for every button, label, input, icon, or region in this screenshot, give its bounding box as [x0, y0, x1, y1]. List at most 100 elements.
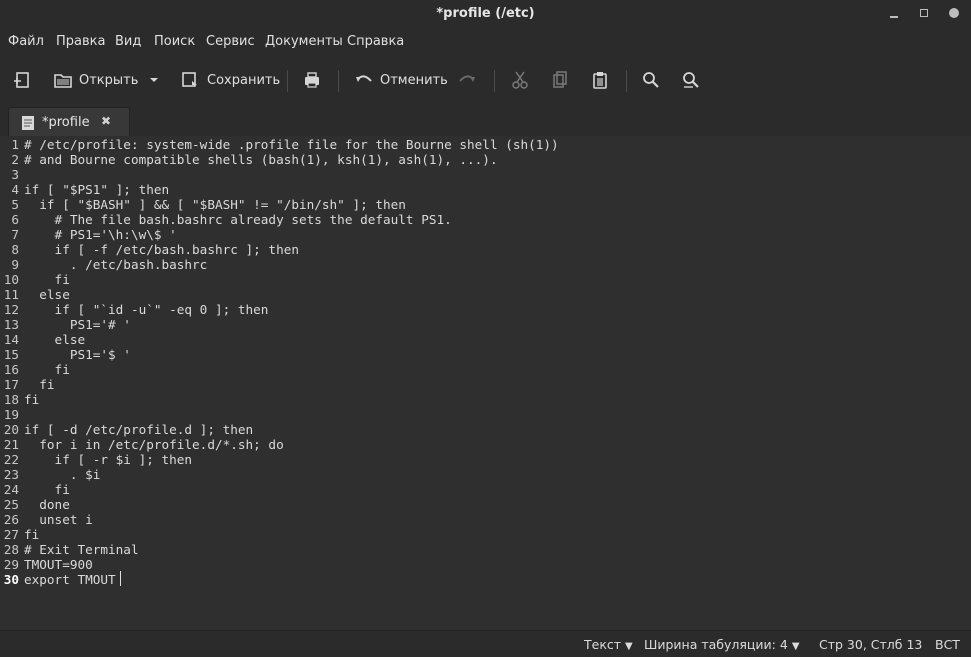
code-line[interactable]: # PS1='\h:\w\$ ' — [24, 227, 177, 242]
print-button[interactable] — [302, 68, 322, 92]
menu-documents[interactable]: Документы — [265, 34, 343, 49]
code-line[interactable]: if [ "$BASH" ] && [ "$BASH" != "/bin/sh"… — [24, 197, 406, 212]
code-line[interactable]: unset i — [24, 512, 92, 527]
open-button[interactable]: Открыть — [53, 68, 138, 92]
line-number: 24 — [3, 482, 19, 497]
code-line[interactable]: if [ -r $i ]; then — [24, 452, 193, 467]
line-number: 1 — [11, 137, 19, 152]
code-line[interactable]: TMOUT=900 — [24, 557, 93, 572]
line-number: 20 — [3, 422, 19, 437]
toolbar-separator — [626, 70, 627, 92]
line-number: 4 — [11, 182, 19, 197]
line-number: 17 — [3, 377, 19, 392]
line-number: 10 — [3, 272, 19, 287]
text-editor[interactable]: 1 2 3 4 5 6 7 8 9 10 11 12 13 14 15 16 17 18 19 20 21 22 23 24 2… — [0, 136, 971, 630]
redo-button[interactable] — [457, 68, 477, 92]
insert-mode: ВСТ — [935, 637, 960, 652]
cursor-position: Стр 30, Стлб 13 — [819, 637, 923, 652]
menu-file[interactable]: Файл — [8, 34, 44, 49]
search-button[interactable] — [641, 68, 661, 92]
line-number: 28 — [3, 542, 19, 557]
line-number: 16 — [3, 362, 19, 377]
copy-button[interactable] — [550, 68, 570, 92]
line-number: 3 — [11, 167, 19, 182]
line-number: 9 — [11, 257, 19, 272]
line-number: 30 — [3, 572, 19, 587]
line-number: 22 — [3, 452, 19, 467]
code-line[interactable]: PS1='$ ' — [24, 347, 131, 362]
line-number: 7 — [11, 227, 19, 242]
toolbar: Открыть Сохранить Отменить — [0, 58, 971, 102]
maximize-icon[interactable] — [918, 7, 930, 19]
save-icon — [182, 72, 197, 87]
line-number: 26 — [3, 512, 19, 527]
close-window-icon[interactable] — [948, 7, 960, 19]
tab-label: *profile — [42, 115, 90, 130]
document-tab-bar: *profile ✖ — [0, 104, 971, 137]
syntax-mode-dropdown[interactable]: Текст ▼ — [584, 637, 633, 652]
syntax-mode-label: Текст — [584, 637, 622, 652]
open-recent-dropdown[interactable] — [148, 68, 160, 92]
undo-label: Отменить — [380, 72, 448, 88]
menu-search[interactable]: Поиск — [154, 34, 195, 49]
code-line[interactable]: for i in /etc/profile.d/*.sh; do — [24, 437, 283, 452]
line-number: 29 — [3, 557, 19, 572]
code-line[interactable]: else — [24, 332, 86, 347]
code-line[interactable]: # /etc/profile: system-wide .profile fil… — [24, 137, 559, 152]
code-line[interactable]: fi — [24, 272, 70, 287]
code-line[interactable]: PS1='# ' — [24, 317, 131, 332]
cut-button[interactable] — [510, 68, 530, 92]
scissors-icon — [512, 71, 528, 89]
code-line[interactable]: # The file bash.bashrc already sets the … — [24, 212, 452, 227]
code-line[interactable]: if [ "`id -u`" -eq 0 ]; then — [24, 302, 269, 317]
menu-tools[interactable]: Сервис — [206, 34, 255, 49]
chevron-down-icon: ▼ — [625, 641, 633, 652]
printer-icon — [305, 72, 319, 88]
code-line[interactable]: . /etc/bash.bashrc — [24, 257, 208, 272]
find-replace-icon — [683, 72, 699, 88]
new-document-button[interactable] — [12, 68, 32, 92]
save-button[interactable]: Сохранить — [181, 68, 280, 92]
menu-edit[interactable]: Правка — [56, 34, 105, 49]
tab-width-dropdown[interactable]: Ширина табуляции: 4 ▼ — [644, 637, 800, 652]
code-line[interactable]: . $i — [24, 467, 101, 482]
code-line[interactable]: fi — [24, 482, 70, 497]
redo-icon — [459, 75, 475, 82]
menu-help[interactable]: Справка — [347, 34, 404, 49]
code-line[interactable]: fi — [24, 527, 39, 542]
tab-width-label: Ширина табуляции: 4 — [644, 637, 788, 652]
menu-view[interactable]: Вид — [115, 34, 141, 49]
line-number: 12 — [3, 302, 19, 317]
code-line[interactable]: else — [24, 287, 70, 302]
line-number: 27 — [3, 527, 19, 542]
code-line[interactable]: # and Bourne compatible shells (bash(1),… — [24, 152, 498, 167]
status-bar: Текст ▼ Ширина табуляции: 4 ▼ Стр 30, Стлб… — [0, 630, 971, 657]
code-line[interactable]: # Exit Terminal — [24, 542, 139, 557]
title-bar: *profile (/etc) — [0, 0, 971, 28]
line-number: 6 — [11, 212, 19, 227]
toolbar-separator — [338, 70, 339, 92]
undo-icon — [356, 75, 372, 82]
close-tab-icon[interactable]: ✖ — [101, 114, 111, 128]
code-line[interactable]: if [ -d /etc/profile.d ]; then — [24, 422, 253, 437]
paste-button[interactable] — [590, 68, 610, 92]
line-number: 23 — [3, 467, 19, 482]
code-line[interactable]: export TMOUT — [24, 572, 116, 587]
code-line[interactable]: if [ -f /etc/bash.bashrc ]; then — [24, 242, 299, 257]
line-number: 5 — [11, 197, 19, 212]
folder-open-icon — [54, 74, 72, 88]
search-replace-button[interactable] — [681, 68, 701, 92]
text-document-icon — [22, 116, 34, 130]
toolbar-separator — [287, 70, 288, 92]
code-line[interactable]: if [ "$PS1" ]; then — [24, 182, 169, 197]
code-line[interactable]: done — [24, 497, 70, 512]
minimize-icon[interactable] — [888, 7, 900, 19]
code-line[interactable]: fi — [24, 392, 39, 407]
code-line[interactable]: fi — [24, 377, 54, 392]
undo-button[interactable]: Отменить — [354, 68, 448, 92]
text-cursor — [120, 571, 121, 586]
line-number: 18 — [3, 392, 19, 407]
search-icon — [643, 72, 659, 88]
tab-profile[interactable]: *profile ✖ — [8, 107, 130, 137]
code-line[interactable]: fi — [24, 362, 70, 377]
